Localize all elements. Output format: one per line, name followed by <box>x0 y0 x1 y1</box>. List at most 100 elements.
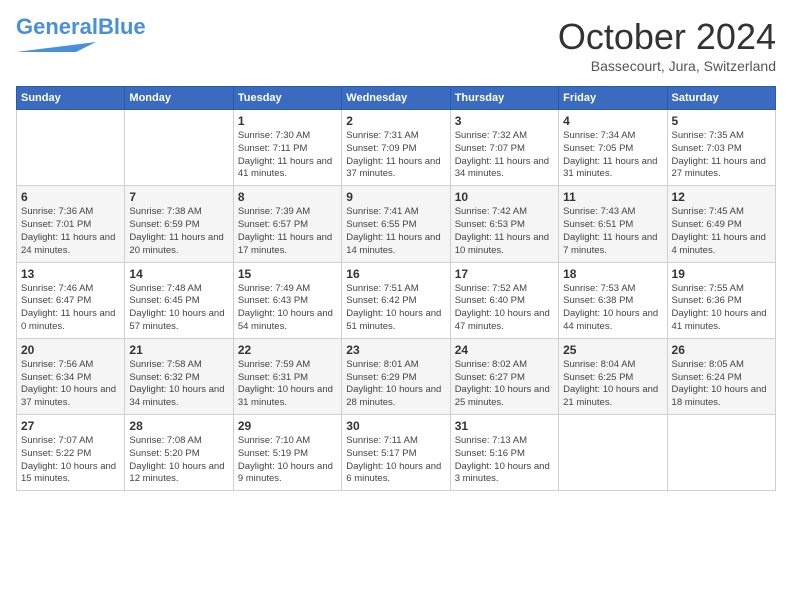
day-info: Sunrise: 7:52 AM Sunset: 6:40 PM Dayligh… <box>455 283 554 334</box>
day-number: 27 <box>21 419 120 433</box>
logo: GeneralBlue <box>16 16 146 56</box>
day-number: 11 <box>563 190 662 204</box>
location: Bassecourt, Jura, Switzerland <box>558 58 776 74</box>
day-info: Sunrise: 8:04 AM Sunset: 6:25 PM Dayligh… <box>563 359 662 410</box>
calendar-body: 1 Sunrise: 7:30 AM Sunset: 7:11 PM Daylig… <box>17 110 776 491</box>
day-number: 23 <box>346 343 445 357</box>
day-number: 7 <box>129 190 228 204</box>
calendar-cell: 30Sunrise: 7:11 AM Sunset: 5:17 PM Dayli… <box>342 415 450 491</box>
day-info: Sunrise: 7:42 AM Sunset: 6:53 PM Dayligh… <box>455 206 554 257</box>
day-info: Sunrise: 8:01 AM Sunset: 6:29 PM Dayligh… <box>346 359 445 410</box>
calendar-cell: 29Sunrise: 7:10 AM Sunset: 5:19 PM Dayli… <box>233 415 341 491</box>
calendar-cell: 27 Sunrise: 7:07 AM Sunset: 5:22 PM Dayli… <box>17 415 125 491</box>
calendar-cell: 4Sunrise: 7:34 AM Sunset: 7:05 PM Daylig… <box>559 110 667 186</box>
day-info: Sunrise: 7:13 AM Sunset: 5:16 PM Dayligh… <box>455 435 554 486</box>
day-info: Sunrise: 7:59 AM Sunset: 6:31 PM Dayligh… <box>238 359 337 410</box>
day-number: 24 <box>455 343 554 357</box>
header-tuesday: Tuesday <box>233 87 341 110</box>
day-number: 22 <box>238 343 337 357</box>
calendar-cell: 10 Sunrise: 7:42 AM Sunset: 6:53 PM Dayli… <box>450 186 558 262</box>
calendar-cell: 19 Sunrise: 7:55 AM Sunset: 6:36 PM Dayli… <box>667 262 775 338</box>
calendar-cell: 15 Sunrise: 7:49 AM Sunset: 6:43 PM Dayli… <box>233 262 341 338</box>
week-row-1: 1 Sunrise: 7:30 AM Sunset: 7:11 PM Daylig… <box>17 110 776 186</box>
day-number: 12 <box>672 190 771 204</box>
header-thursday: Thursday <box>450 87 558 110</box>
day-number: 9 <box>346 190 445 204</box>
day-info: Sunrise: 7:46 AM Sunset: 6:47 PM Dayligh… <box>21 283 120 334</box>
day-info: Sunrise: 7:43 AM Sunset: 6:51 PM Dayligh… <box>563 206 662 257</box>
calendar-cell: 14 Sunrise: 7:48 AM Sunset: 6:45 PM Dayli… <box>125 262 233 338</box>
header-monday: Monday <box>125 87 233 110</box>
month-title: October 2024 <box>558 16 776 58</box>
calendar-cell <box>667 415 775 491</box>
day-info: Sunrise: 7:49 AM Sunset: 6:43 PM Dayligh… <box>238 283 337 334</box>
day-info: Sunrise: 7:56 AM Sunset: 6:34 PM Dayligh… <box>21 359 120 410</box>
day-number: 10 <box>455 190 554 204</box>
logo-icon <box>16 38 96 56</box>
calendar-cell: 17Sunrise: 7:52 AM Sunset: 6:40 PM Dayli… <box>450 262 558 338</box>
calendar-header: SundayMondayTuesdayWednesdayThursdayFrid… <box>17 87 776 110</box>
day-info: Sunrise: 7:51 AM Sunset: 6:42 PM Dayligh… <box>346 283 445 334</box>
calendar-cell: 12 Sunrise: 7:45 AM Sunset: 6:49 PM Dayli… <box>667 186 775 262</box>
calendar-cell: 20 Sunrise: 7:56 AM Sunset: 6:34 PM Dayli… <box>17 338 125 414</box>
calendar-table: SundayMondayTuesdayWednesdayThursdayFrid… <box>16 86 776 491</box>
day-number: 14 <box>129 267 228 281</box>
header-friday: Friday <box>559 87 667 110</box>
day-info: Sunrise: 7:35 AM Sunset: 7:03 PM Dayligh… <box>672 130 771 181</box>
day-info: Sunrise: 7:41 AM Sunset: 6:55 PM Dayligh… <box>346 206 445 257</box>
calendar-cell: 28Sunrise: 7:08 AM Sunset: 5:20 PM Dayli… <box>125 415 233 491</box>
calendar-cell: 3Sunrise: 7:32 AM Sunset: 7:07 PM Daylig… <box>450 110 558 186</box>
calendar-cell: 21Sunrise: 7:58 AM Sunset: 6:32 PM Dayli… <box>125 338 233 414</box>
calendar-cell: 2Sunrise: 7:31 AM Sunset: 7:09 PM Daylig… <box>342 110 450 186</box>
header-wednesday: Wednesday <box>342 87 450 110</box>
day-number: 8 <box>238 190 337 204</box>
calendar-cell: 7 Sunrise: 7:38 AM Sunset: 6:59 PM Daylig… <box>125 186 233 262</box>
day-number: 20 <box>21 343 120 357</box>
calendar-cell: 13 Sunrise: 7:46 AM Sunset: 6:47 PM Dayli… <box>17 262 125 338</box>
calendar-cell: 25 Sunrise: 8:04 AM Sunset: 6:25 PM Dayli… <box>559 338 667 414</box>
day-info: Sunrise: 7:08 AM Sunset: 5:20 PM Dayligh… <box>129 435 228 486</box>
week-row-2: 6Sunrise: 7:36 AM Sunset: 7:01 PM Daylig… <box>17 186 776 262</box>
day-number: 18 <box>563 267 662 281</box>
title-section: October 2024 Bassecourt, Jura, Switzerla… <box>558 16 776 74</box>
calendar-cell: 24 Sunrise: 8:02 AM Sunset: 6:27 PM Dayli… <box>450 338 558 414</box>
day-number: 19 <box>672 267 771 281</box>
day-info: Sunrise: 7:30 AM Sunset: 7:11 PM Dayligh… <box>238 130 337 181</box>
header-saturday: Saturday <box>667 87 775 110</box>
day-number: 30 <box>346 419 445 433</box>
day-number: 5 <box>672 114 771 128</box>
week-row-3: 13 Sunrise: 7:46 AM Sunset: 6:47 PM Dayli… <box>17 262 776 338</box>
day-number: 16 <box>346 267 445 281</box>
day-info: Sunrise: 7:07 AM Sunset: 5:22 PM Dayligh… <box>21 435 120 486</box>
day-info: Sunrise: 7:48 AM Sunset: 6:45 PM Dayligh… <box>129 283 228 334</box>
logo-text: GeneralBlue <box>16 16 146 38</box>
day-number: 15 <box>238 267 337 281</box>
logo-blue: Blue <box>98 14 146 39</box>
day-number: 2 <box>346 114 445 128</box>
day-info: Sunrise: 8:05 AM Sunset: 6:24 PM Dayligh… <box>672 359 771 410</box>
header-sunday: Sunday <box>17 87 125 110</box>
calendar-cell <box>17 110 125 186</box>
day-info: Sunrise: 7:39 AM Sunset: 6:57 PM Dayligh… <box>238 206 337 257</box>
calendar-cell: 9 Sunrise: 7:41 AM Sunset: 6:55 PM Daylig… <box>342 186 450 262</box>
day-number: 1 <box>238 114 337 128</box>
logo-general: General <box>16 14 98 39</box>
calendar-cell: 31Sunrise: 7:13 AM Sunset: 5:16 PM Dayli… <box>450 415 558 491</box>
page-header: GeneralBlue October 2024 Bassecourt, Jur… <box>16 16 776 74</box>
day-number: 29 <box>238 419 337 433</box>
calendar-cell: 8 Sunrise: 7:39 AM Sunset: 6:57 PM Daylig… <box>233 186 341 262</box>
day-number: 21 <box>129 343 228 357</box>
day-info: Sunrise: 7:38 AM Sunset: 6:59 PM Dayligh… <box>129 206 228 257</box>
calendar-cell: 1 Sunrise: 7:30 AM Sunset: 7:11 PM Daylig… <box>233 110 341 186</box>
header-row: SundayMondayTuesdayWednesdayThursdayFrid… <box>17 87 776 110</box>
calendar-cell: 5 Sunrise: 7:35 AM Sunset: 7:03 PM Daylig… <box>667 110 775 186</box>
day-info: Sunrise: 8:02 AM Sunset: 6:27 PM Dayligh… <box>455 359 554 410</box>
day-info: Sunrise: 7:36 AM Sunset: 7:01 PM Dayligh… <box>21 206 120 257</box>
day-number: 13 <box>21 267 120 281</box>
day-info: Sunrise: 7:45 AM Sunset: 6:49 PM Dayligh… <box>672 206 771 257</box>
calendar-cell: 26Sunrise: 8:05 AM Sunset: 6:24 PM Dayli… <box>667 338 775 414</box>
calendar-cell: 23 Sunrise: 8:01 AM Sunset: 6:29 PM Dayli… <box>342 338 450 414</box>
day-info: Sunrise: 7:55 AM Sunset: 6:36 PM Dayligh… <box>672 283 771 334</box>
calendar-cell: 18Sunrise: 7:53 AM Sunset: 6:38 PM Dayli… <box>559 262 667 338</box>
day-number: 25 <box>563 343 662 357</box>
